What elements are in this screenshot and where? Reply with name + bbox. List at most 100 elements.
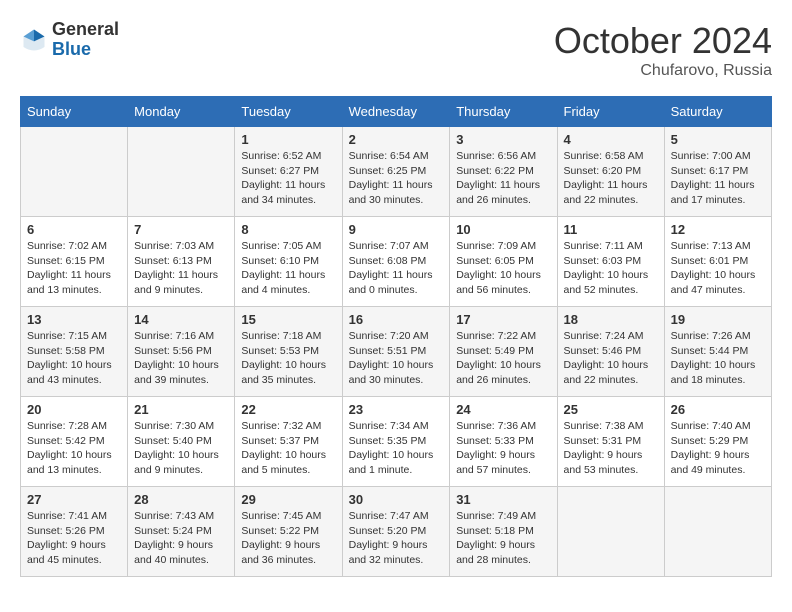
day-number: 23 — [349, 402, 444, 417]
weekday-header: Tuesday — [235, 97, 342, 127]
title-section: October 2024 Chufarovo, Russia — [554, 20, 772, 80]
calendar-cell: 23 Sunrise: 7:34 AM Sunset: 5:35 PM Dayli… — [342, 397, 450, 487]
day-info: Sunrise: 7:16 AM Sunset: 5:56 PM Dayligh… — [134, 329, 228, 388]
day-number: 19 — [671, 312, 765, 327]
day-number: 14 — [134, 312, 228, 327]
day-number: 21 — [134, 402, 228, 417]
day-number: 20 — [27, 402, 121, 417]
day-number: 6 — [27, 222, 121, 237]
day-number: 30 — [349, 492, 444, 507]
day-number: 5 — [671, 132, 765, 147]
calendar-cell: 25 Sunrise: 7:38 AM Sunset: 5:31 PM Dayli… — [557, 397, 664, 487]
calendar-cell: 31Sunrise: 7:49 AM Sunset: 5:18 PM Dayli… — [450, 487, 557, 577]
day-info: Sunrise: 7:13 AM Sunset: 6:01 PM Dayligh… — [671, 239, 765, 298]
day-number: 1 — [241, 132, 335, 147]
day-number: 3 — [456, 132, 550, 147]
day-info: Sunrise: 7:38 AM Sunset: 5:31 PM Dayligh… — [564, 419, 658, 478]
day-info: Sunrise: 7:20 AM Sunset: 5:51 PM Dayligh… — [349, 329, 444, 388]
day-info: Sunrise: 7:26 AM Sunset: 5:44 PM Dayligh… — [671, 329, 765, 388]
location: Chufarovo, Russia — [554, 62, 772, 80]
day-number: 24 — [456, 402, 550, 417]
day-number: 15 — [241, 312, 335, 327]
calendar-cell: 19 Sunrise: 7:26 AM Sunset: 5:44 PM Dayli… — [664, 307, 771, 397]
day-number: 17 — [456, 312, 550, 327]
day-info: Sunrise: 6:56 AM Sunset: 6:22 PM Dayligh… — [456, 149, 550, 208]
day-info: Sunrise: 7:36 AM Sunset: 5:33 PM Dayligh… — [456, 419, 550, 478]
calendar-week-row: 1 Sunrise: 6:52 AM Sunset: 6:27 PM Daylig… — [21, 127, 772, 217]
day-number: 8 — [241, 222, 335, 237]
day-info: Sunrise: 7:18 AM Sunset: 5:53 PM Dayligh… — [241, 329, 335, 388]
day-info: Sunrise: 7:43 AM Sunset: 5:24 PM Dayligh… — [134, 509, 228, 568]
day-info: Sunrise: 7:30 AM Sunset: 5:40 PM Dayligh… — [134, 419, 228, 478]
day-number: 25 — [564, 402, 658, 417]
calendar-cell: 5Sunrise: 7:00 AM Sunset: 6:17 PM Daylig… — [664, 127, 771, 217]
day-number: 4 — [564, 132, 658, 147]
weekday-header-row: SundayMondayTuesdayWednesdayThursdayFrid… — [21, 97, 772, 127]
weekday-header: Saturday — [664, 97, 771, 127]
calendar-week-row: 6 Sunrise: 7:02 AM Sunset: 6:15 PM Daylig… — [21, 217, 772, 307]
calendar-cell: 13Sunrise: 7:15 AM Sunset: 5:58 PM Dayli… — [21, 307, 128, 397]
calendar-cell: 20Sunrise: 7:28 AM Sunset: 5:42 PM Dayli… — [21, 397, 128, 487]
day-info: Sunrise: 6:54 AM Sunset: 6:25 PM Dayligh… — [349, 149, 444, 208]
day-number: 16 — [349, 312, 444, 327]
weekday-header: Sunday — [21, 97, 128, 127]
calendar-cell: 6 Sunrise: 7:02 AM Sunset: 6:15 PM Daylig… — [21, 217, 128, 307]
day-info: Sunrise: 7:09 AM Sunset: 6:05 PM Dayligh… — [456, 239, 550, 298]
page-header: General Blue October 2024 Chufarovo, Rus… — [20, 20, 772, 80]
calendar-cell: 18Sunrise: 7:24 AM Sunset: 5:46 PM Dayli… — [557, 307, 664, 397]
day-number: 18 — [564, 312, 658, 327]
day-info: Sunrise: 7:45 AM Sunset: 5:22 PM Dayligh… — [241, 509, 335, 568]
day-info: Sunrise: 7:03 AM Sunset: 6:13 PM Dayligh… — [134, 239, 228, 298]
calendar-cell: 17Sunrise: 7:22 AM Sunset: 5:49 PM Dayli… — [450, 307, 557, 397]
calendar-cell: 15 Sunrise: 7:18 AM Sunset: 5:53 PM Dayli… — [235, 307, 342, 397]
calendar-cell: 16 Sunrise: 7:20 AM Sunset: 5:51 PM Dayli… — [342, 307, 450, 397]
calendar-week-row: 13Sunrise: 7:15 AM Sunset: 5:58 PM Dayli… — [21, 307, 772, 397]
calendar-cell: 29 Sunrise: 7:45 AM Sunset: 5:22 PM Dayli… — [235, 487, 342, 577]
day-number: 31 — [456, 492, 550, 507]
weekday-header: Thursday — [450, 97, 557, 127]
day-info: Sunrise: 7:15 AM Sunset: 5:58 PM Dayligh… — [27, 329, 121, 388]
day-number: 12 — [671, 222, 765, 237]
day-number: 29 — [241, 492, 335, 507]
calendar-cell: 1 Sunrise: 6:52 AM Sunset: 6:27 PM Daylig… — [235, 127, 342, 217]
day-number: 10 — [456, 222, 550, 237]
day-number: 7 — [134, 222, 228, 237]
calendar-cell: 28Sunrise: 7:43 AM Sunset: 5:24 PM Dayli… — [128, 487, 235, 577]
day-info: Sunrise: 6:52 AM Sunset: 6:27 PM Dayligh… — [241, 149, 335, 208]
calendar-cell: 12 Sunrise: 7:13 AM Sunset: 6:01 PM Dayli… — [664, 217, 771, 307]
day-info: Sunrise: 7:05 AM Sunset: 6:10 PM Dayligh… — [241, 239, 335, 298]
month-title: October 2024 — [554, 20, 772, 62]
calendar-cell: 30 Sunrise: 7:47 AM Sunset: 5:20 PM Dayli… — [342, 487, 450, 577]
calendar-cell — [557, 487, 664, 577]
day-number: 26 — [671, 402, 765, 417]
weekday-header: Wednesday — [342, 97, 450, 127]
logo-icon — [20, 26, 48, 54]
day-info: Sunrise: 7:07 AM Sunset: 6:08 PM Dayligh… — [349, 239, 444, 298]
calendar-cell: 9Sunrise: 7:07 AM Sunset: 6:08 PM Daylig… — [342, 217, 450, 307]
day-number: 27 — [27, 492, 121, 507]
calendar-cell: 11Sunrise: 7:11 AM Sunset: 6:03 PM Dayli… — [557, 217, 664, 307]
day-info: Sunrise: 7:02 AM Sunset: 6:15 PM Dayligh… — [27, 239, 121, 298]
logo: General Blue — [20, 20, 119, 60]
calendar-cell: 4Sunrise: 6:58 AM Sunset: 6:20 PM Daylig… — [557, 127, 664, 217]
calendar-cell — [128, 127, 235, 217]
day-info: Sunrise: 7:47 AM Sunset: 5:20 PM Dayligh… — [349, 509, 444, 568]
calendar-cell: 8 Sunrise: 7:05 AM Sunset: 6:10 PM Daylig… — [235, 217, 342, 307]
day-info: Sunrise: 7:11 AM Sunset: 6:03 PM Dayligh… — [564, 239, 658, 298]
day-info: Sunrise: 7:41 AM Sunset: 5:26 PM Dayligh… — [27, 509, 121, 568]
calendar-cell — [664, 487, 771, 577]
day-number: 22 — [241, 402, 335, 417]
day-number: 2 — [349, 132, 444, 147]
calendar-cell: 24 Sunrise: 7:36 AM Sunset: 5:33 PM Dayli… — [450, 397, 557, 487]
calendar-cell: 27 Sunrise: 7:41 AM Sunset: 5:26 PM Dayli… — [21, 487, 128, 577]
calendar-cell — [21, 127, 128, 217]
weekday-header: Monday — [128, 97, 235, 127]
day-info: Sunrise: 7:32 AM Sunset: 5:37 PM Dayligh… — [241, 419, 335, 478]
calendar-cell: 26Sunrise: 7:40 AM Sunset: 5:29 PM Dayli… — [664, 397, 771, 487]
calendar-table: SundayMondayTuesdayWednesdayThursdayFrid… — [20, 96, 772, 577]
calendar-cell: 7 Sunrise: 7:03 AM Sunset: 6:13 PM Daylig… — [128, 217, 235, 307]
calendar-week-row: 20Sunrise: 7:28 AM Sunset: 5:42 PM Dayli… — [21, 397, 772, 487]
day-info: Sunrise: 7:34 AM Sunset: 5:35 PM Dayligh… — [349, 419, 444, 478]
logo-text: General Blue — [52, 20, 119, 60]
calendar-cell: 10 Sunrise: 7:09 AM Sunset: 6:05 PM Dayli… — [450, 217, 557, 307]
